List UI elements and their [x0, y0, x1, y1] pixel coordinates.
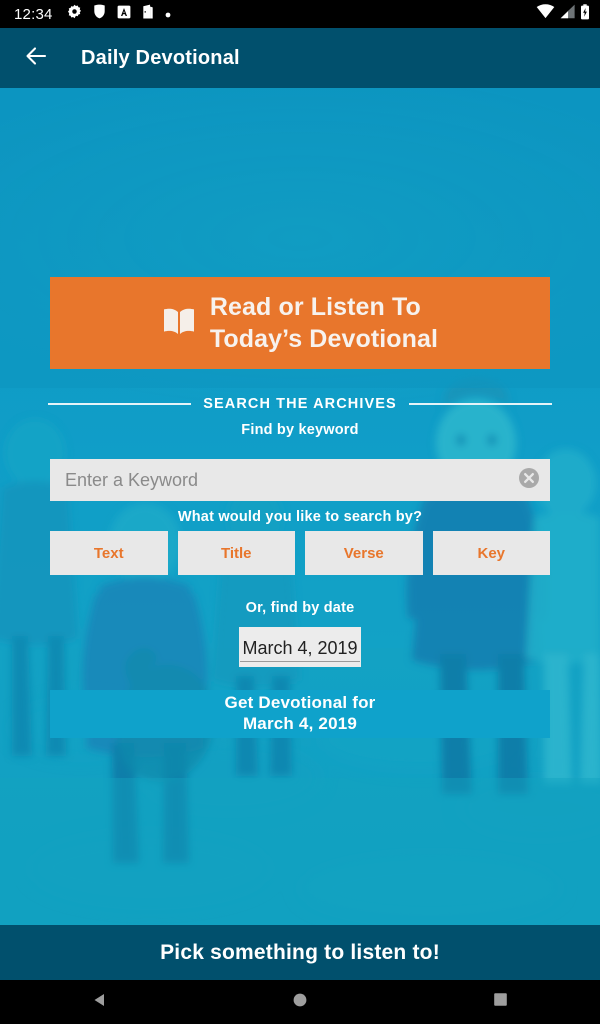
read-or-listen-button[interactable]: Read or Listen To Today’s Devotional: [50, 277, 550, 369]
app-bar: Daily Devotional: [0, 28, 600, 88]
date-picker-value: March 4, 2019: [240, 638, 360, 662]
main-content: Read or Listen To Today’s Devotional SEA…: [0, 88, 600, 925]
door-icon: [142, 4, 154, 24]
search-input[interactable]: Enter a Keyword: [50, 459, 550, 501]
nav-home-icon: [292, 992, 308, 1013]
dot-icon: [165, 5, 171, 23]
search-by-title-button[interactable]: Title: [177, 531, 295, 575]
find-by-keyword-label: Find by keyword: [241, 422, 359, 438]
wifi-icon: [536, 4, 555, 24]
status-left-icons: [67, 4, 171, 24]
status-bar: 12:34: [0, 0, 600, 28]
back-arrow-icon: [23, 43, 49, 74]
page-title: Daily Devotional: [81, 46, 240, 69]
status-clock: 12:34: [14, 5, 53, 23]
nav-back-icon: [92, 992, 108, 1013]
cta-text: Read or Listen To Today’s Devotional: [210, 291, 438, 355]
get-devotional-line-2: March 4, 2019: [242, 714, 358, 733]
search-by-options: Text Title Verse Key: [50, 531, 550, 575]
search-input-placeholder: Enter a Keyword: [65, 469, 199, 490]
divider-line-right: [408, 403, 553, 405]
search-by-key-button[interactable]: Key: [432, 531, 550, 575]
search-by-verse-button[interactable]: Verse: [305, 531, 423, 575]
android-nav-bar: [0, 980, 600, 1024]
find-by-date-label: Or, find by date: [245, 600, 355, 616]
shield-icon: [93, 4, 106, 24]
cta-line-2: Today’s Devotional: [209, 325, 439, 353]
get-devotional-button[interactable]: Get Devotional for March 4, 2019: [50, 690, 550, 738]
date-picker-input[interactable]: March 4, 2019: [239, 627, 361, 667]
app-badge-a-icon: [117, 5, 131, 24]
nav-home-button[interactable]: [200, 980, 400, 1024]
listen-prompt-text: Pick something to listen to!: [160, 940, 440, 964]
cta-line-1: Read or Listen To: [209, 293, 421, 321]
get-devotional-line-1: Get Devotional for: [224, 693, 376, 713]
cta-inner: Read or Listen To Today’s Devotional: [162, 291, 438, 355]
battery-icon: [580, 3, 590, 25]
divider-label: SEARCH THE ARCHIVES: [203, 396, 397, 412]
nav-recents-button[interactable]: [400, 980, 600, 1024]
back-button[interactable]: [8, 30, 64, 86]
listen-prompt-banner[interactable]: Pick something to listen to!: [0, 925, 600, 980]
clear-circle-icon[interactable]: [518, 467, 540, 494]
cell-signal-icon: [559, 4, 576, 24]
nav-back-button[interactable]: [0, 980, 200, 1024]
search-archives-divider: SEARCH THE ARCHIVES: [48, 396, 553, 412]
open-book-icon: [162, 306, 196, 341]
search-by-label: What would you like to search by?: [177, 509, 423, 525]
app-screen: Read or Listen To Today’s Devotional SEA…: [0, 0, 600, 1024]
divider-line-left: [48, 403, 192, 405]
gear-icon: [67, 4, 82, 24]
status-right-icons: [536, 3, 590, 25]
search-by-text-button[interactable]: Text: [50, 531, 168, 575]
nav-recents-icon: [493, 992, 508, 1012]
